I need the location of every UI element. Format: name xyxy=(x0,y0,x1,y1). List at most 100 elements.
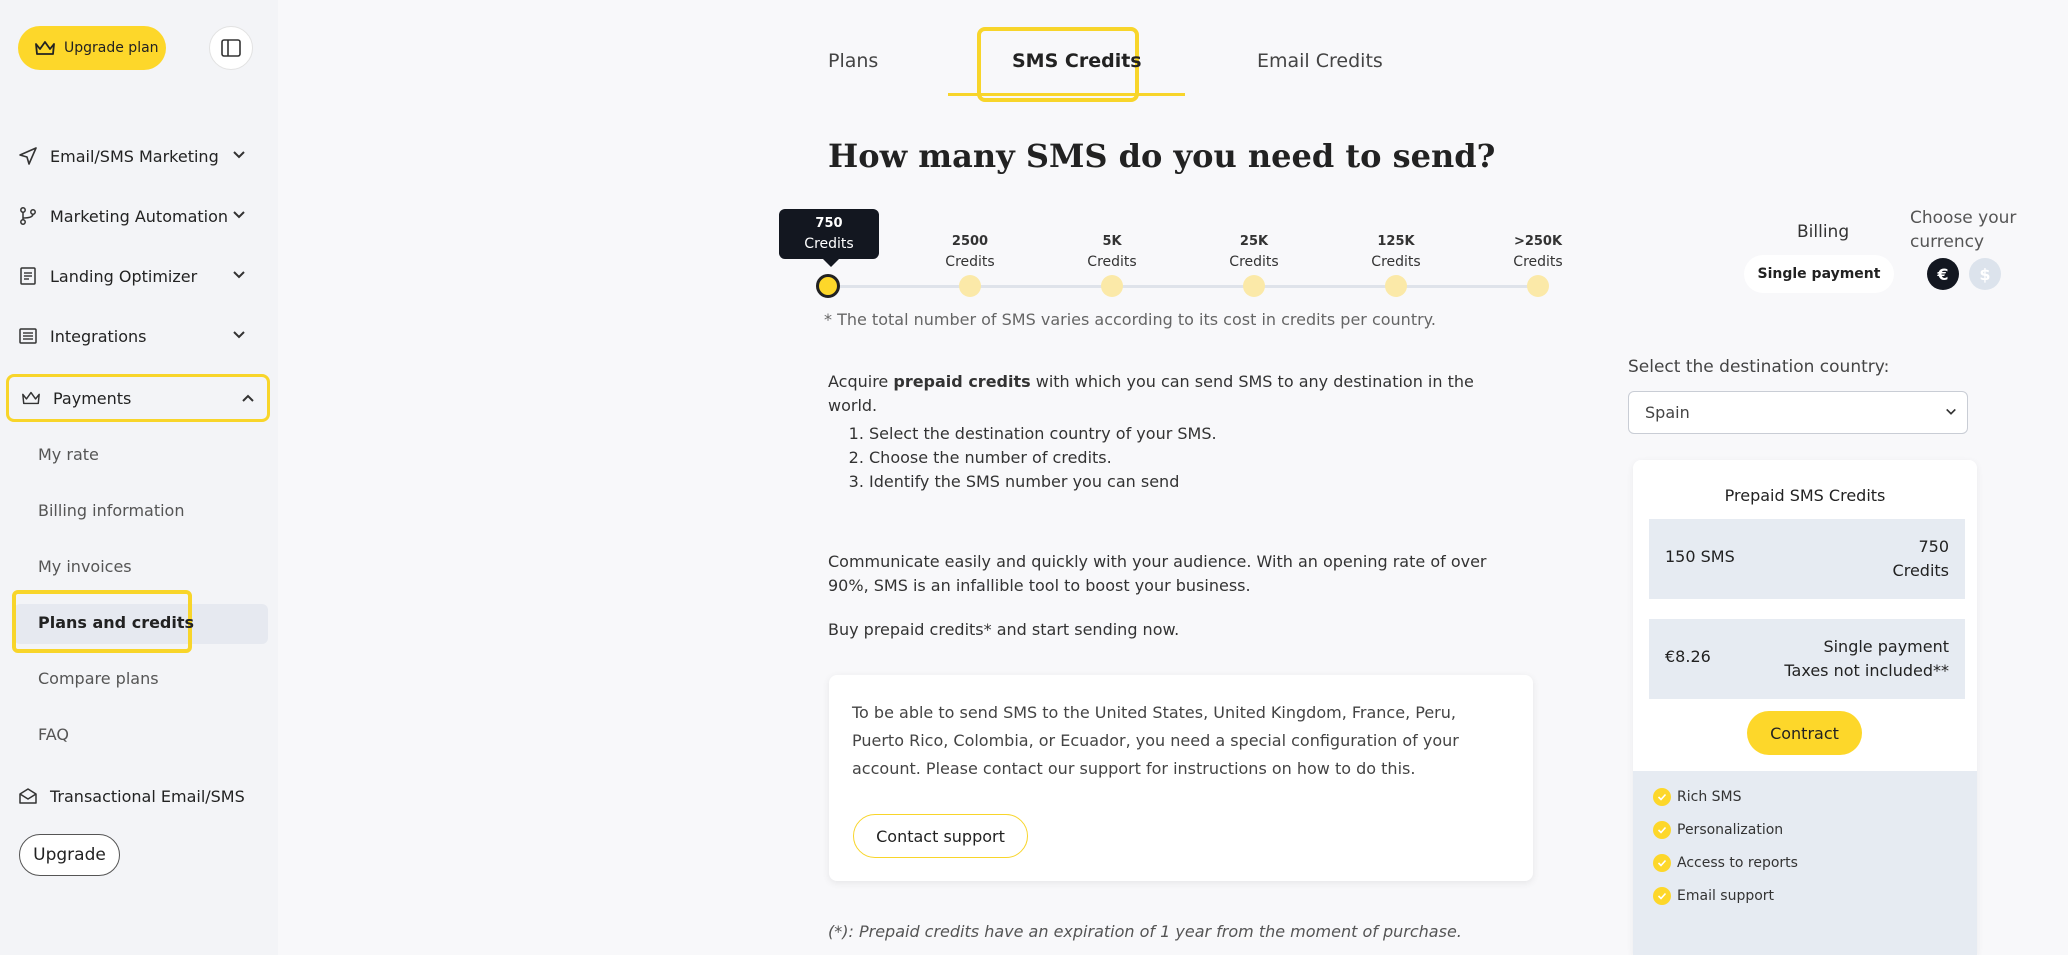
sidebar-item-integrations[interactable]: Integrations xyxy=(18,318,258,354)
tab-email-credits[interactable]: Email Credits xyxy=(1257,50,1383,72)
payment-info: Single payment Taxes not included** xyxy=(1784,635,1949,683)
price-row: €8.26 Single payment Taxes not included*… xyxy=(1649,619,1965,699)
check-icon xyxy=(1653,788,1671,806)
sidebar-subitem-compare-plans[interactable]: Compare plans xyxy=(38,669,159,688)
feature-label: Rich SMS xyxy=(1677,789,1742,805)
check-icon xyxy=(1653,887,1671,905)
slider-tick-label: 5K Credits xyxy=(1072,231,1152,273)
sidebar-subitem-plans-and-credits[interactable]: Plans and credits xyxy=(38,613,194,632)
slider-step-dot[interactable] xyxy=(1101,275,1123,297)
sidebar-item-marketing-automation[interactable]: Marketing Automation xyxy=(18,198,258,234)
slider-tick-label: >250K Credits xyxy=(1498,231,1578,273)
credits-value: 750 xyxy=(1918,537,1949,556)
list-item: Access to reports xyxy=(1653,854,1798,872)
tooltip-value: 750 xyxy=(815,216,843,231)
sidebar-item-landing-optimizer[interactable]: Landing Optimizer xyxy=(18,258,258,294)
credits-slider-track[interactable] xyxy=(828,285,1538,288)
tick-unit: Credits xyxy=(1513,254,1563,270)
features-list: Rich SMS Personalization Access to repor… xyxy=(1633,771,1977,955)
send-icon xyxy=(18,146,38,166)
payment-type: Single payment xyxy=(1823,637,1949,656)
price-value: €8.26 xyxy=(1665,647,1711,666)
selected-credits-tooltip: 750 Credits xyxy=(779,209,879,267)
credits-amount: 750 Credits xyxy=(1893,535,1949,583)
upgrade-button[interactable]: Upgrade xyxy=(19,834,120,876)
expiration-note: (*): Prepaid credits have an expiration … xyxy=(828,922,1462,941)
tick-value: 25K xyxy=(1239,234,1269,249)
currency-label: Choose your currency xyxy=(1910,208,2017,252)
tick-value: 125K xyxy=(1377,234,1415,249)
slider-handle[interactable] xyxy=(816,274,840,298)
sidebar-subitem-faq[interactable]: FAQ xyxy=(38,725,69,744)
feature-label: Personalization xyxy=(1677,822,1784,838)
sidebar-item-email-sms-marketing[interactable]: Email/SMS Marketing xyxy=(18,138,258,174)
tick-unit: Credits xyxy=(945,254,995,270)
billing-type-pill[interactable]: Single payment xyxy=(1744,255,1894,293)
destination-label: Select the destination country: xyxy=(1628,357,1890,377)
description-paragraph: Communicate easily and quickly with your… xyxy=(828,552,1487,595)
intro-bold: prepaid credits xyxy=(893,372,1031,391)
destination-country-select[interactable]: Spain xyxy=(1628,391,1968,434)
tick-unit: Credits xyxy=(1087,254,1137,270)
sidebar-item-label: Transactional Email/SMS xyxy=(50,786,245,806)
slider-step-dot[interactable] xyxy=(1385,275,1407,297)
chevron-down-icon xyxy=(233,331,245,339)
currency-usd-button[interactable]: $ xyxy=(1969,258,2001,290)
check-icon xyxy=(1653,854,1671,872)
credits-unit: Credits xyxy=(1892,561,1949,580)
sidebar-toggle-icon xyxy=(221,39,241,57)
list-icon xyxy=(18,326,38,346)
upgrade-plan-button[interactable]: Upgrade plan xyxy=(18,26,166,70)
tooltip-unit: Credits xyxy=(804,236,854,252)
contact-support-button[interactable]: Contact support xyxy=(853,814,1028,858)
info-card-text: To be able to send SMS to the United Sta… xyxy=(852,703,1459,778)
sidebar-subitem-my-invoices[interactable]: My invoices xyxy=(38,557,132,576)
slider-footnote: * The total number of SMS varies accordi… xyxy=(824,310,1436,329)
contract-button[interactable]: Contract xyxy=(1747,711,1862,755)
intro-text: Acquire prepaid credits with which you c… xyxy=(828,370,1528,418)
upgrade-plan-label: Upgrade plan xyxy=(64,40,159,56)
currency-eur-button[interactable]: € xyxy=(1927,258,1959,290)
document-icon xyxy=(18,266,38,286)
taxes-note: Taxes not included** xyxy=(1784,661,1949,680)
feature-label: Access to reports xyxy=(1677,855,1798,871)
chevron-down-icon xyxy=(233,211,245,219)
chevron-up-icon xyxy=(242,394,254,402)
list-item: Rich SMS xyxy=(1653,788,1742,806)
chevron-down-icon xyxy=(233,271,245,279)
tick-value: 2500 xyxy=(951,234,989,249)
billing-label: Billing xyxy=(1797,222,1850,242)
card-title: Prepaid SMS Credits xyxy=(1724,486,1886,505)
sidebar-item-label: Email/SMS Marketing xyxy=(50,146,219,166)
slider-step-dot[interactable] xyxy=(959,275,981,297)
sidebar-subitem-my-rate[interactable]: My rate xyxy=(38,445,99,464)
sidebar-item-label: Integrations xyxy=(50,326,147,346)
sidebar: Upgrade plan Email/SMS Marketing Marketi… xyxy=(0,0,278,955)
sms-amount: 150 SMS xyxy=(1665,547,1735,566)
feature-label: Email support xyxy=(1677,888,1775,904)
tick-unit: Credits xyxy=(1371,254,1421,270)
sidebar-item-transactional[interactable]: Transactional Email/SMS xyxy=(18,778,258,814)
crown-icon xyxy=(35,41,55,55)
collapse-sidebar-button[interactable] xyxy=(209,26,253,70)
tick-value: 5K xyxy=(1102,234,1122,249)
tab-plans[interactable]: Plans xyxy=(828,50,878,72)
list-item: Select the destination country of your S… xyxy=(869,422,1217,446)
sidebar-item-label: Landing Optimizer xyxy=(50,266,198,286)
slider-step-dot[interactable] xyxy=(1243,275,1265,297)
crown-icon xyxy=(21,388,41,408)
sms-amount-row: 150 SMS 750 Credits xyxy=(1649,519,1965,599)
slider-step-dot[interactable] xyxy=(1527,275,1549,297)
sidebar-item-payments[interactable]: Payments xyxy=(6,374,270,422)
cta-paragraph: Buy prepaid credits* and start sending n… xyxy=(828,620,1180,639)
sidebar-item-label: Marketing Automation xyxy=(50,206,229,226)
sidebar-subitem-billing-information[interactable]: Billing information xyxy=(38,501,184,520)
tick-unit: Credits xyxy=(1229,254,1279,270)
slider-tick-label: 125K Credits xyxy=(1356,231,1436,273)
list-item: Identify the SMS number you can send xyxy=(869,470,1217,494)
special-configuration-card: To be able to send SMS to the United Sta… xyxy=(829,675,1533,881)
tab-sms-credits[interactable]: SMS Credits xyxy=(1012,50,1142,72)
slider-tick-label: 25K Credits xyxy=(1214,231,1294,273)
branch-icon xyxy=(18,206,38,226)
intro-pre: Acquire xyxy=(828,372,894,391)
